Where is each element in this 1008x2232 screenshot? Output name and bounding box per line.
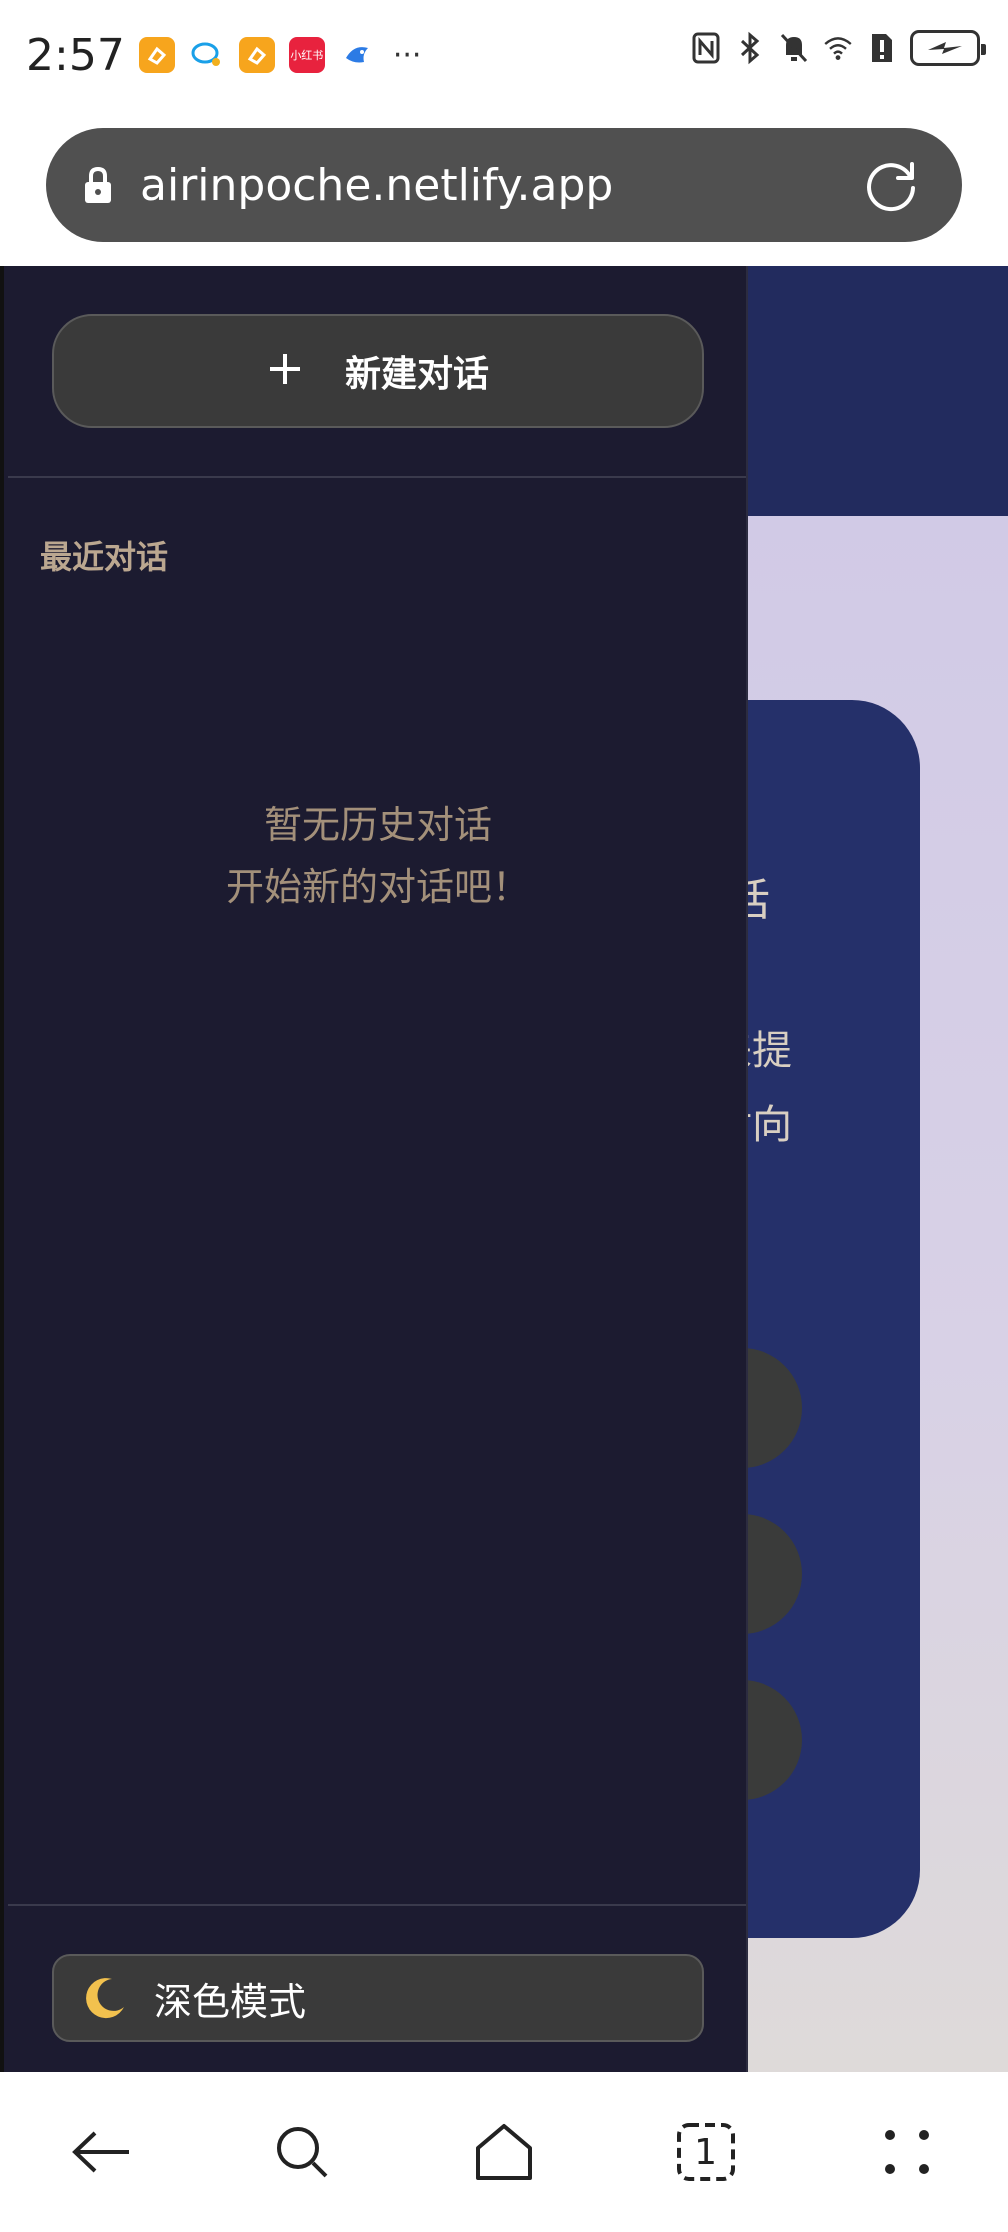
browser-bottom-nav: 1 (0, 2072, 1008, 2232)
wifi-icon (822, 31, 854, 65)
search-icon (277, 2127, 328, 2178)
orange-app-icon (138, 37, 175, 73)
battery-charging-icon (910, 30, 986, 66)
mute-bell-icon (778, 31, 810, 65)
sidebar-divider-bottom (8, 1904, 746, 1906)
menu-button[interactable] (867, 2112, 947, 2192)
reload-icon[interactable] (860, 154, 922, 216)
url-text[interactable]: airinpoche.netlify.app (140, 160, 613, 211)
plus-icon (267, 344, 303, 398)
new-chat-button[interactable]: 新建对话 (52, 314, 704, 428)
address-bar[interactable]: airinpoche.netlify.app (46, 128, 962, 242)
back-button[interactable] (61, 2112, 141, 2192)
dark-mode-toggle[interactable]: 深色模式 (52, 1954, 704, 2042)
home-icon (475, 2124, 532, 2180)
lock-icon (85, 166, 111, 203)
menu-dots-icon (885, 2130, 930, 2174)
bird-app-icon (339, 37, 375, 73)
bluetooth-icon (734, 31, 766, 65)
empty-history-hint: 开始新的对话吧！ (225, 865, 530, 909)
empty-history-text: 暂无历史对话 (263, 803, 492, 847)
dark-mode-label: 深色模式 (154, 1979, 307, 2024)
tab-count: 1 (694, 2131, 718, 2173)
search-button[interactable] (262, 2112, 342, 2192)
status-bar: 2:57 小红书 ··· (0, 0, 1008, 110)
home-button[interactable] (464, 2112, 544, 2192)
chat-app-icon (189, 37, 225, 73)
new-chat-label: 新建对话 (344, 354, 489, 395)
page-content: 话 来提 对向 。 新建对话 最近对话 暂无历史对话 开始新的对话吧！ 深色模式 (0, 266, 1008, 2072)
status-time: 2:57 (26, 29, 125, 81)
sidebar-divider-top (8, 476, 746, 478)
orange-app-icon-2 (238, 37, 275, 73)
system-status-icons (690, 30, 986, 66)
xiaohongshu-icon: 小红书 (288, 37, 325, 73)
recent-chats-title: 最近对话 (40, 538, 169, 576)
nfc-icon (690, 31, 722, 65)
moon-icon (86, 1978, 124, 2019)
sim-alert-icon (866, 31, 898, 65)
sidebar-drawer: 新建对话 最近对话 暂无历史对话 开始新的对话吧！ 深色模式 (0, 266, 748, 2072)
back-arrow-icon (71, 2131, 129, 2173)
tabs-button[interactable]: 1 (666, 2112, 746, 2192)
more-notifications-icon: ··· (392, 37, 422, 73)
